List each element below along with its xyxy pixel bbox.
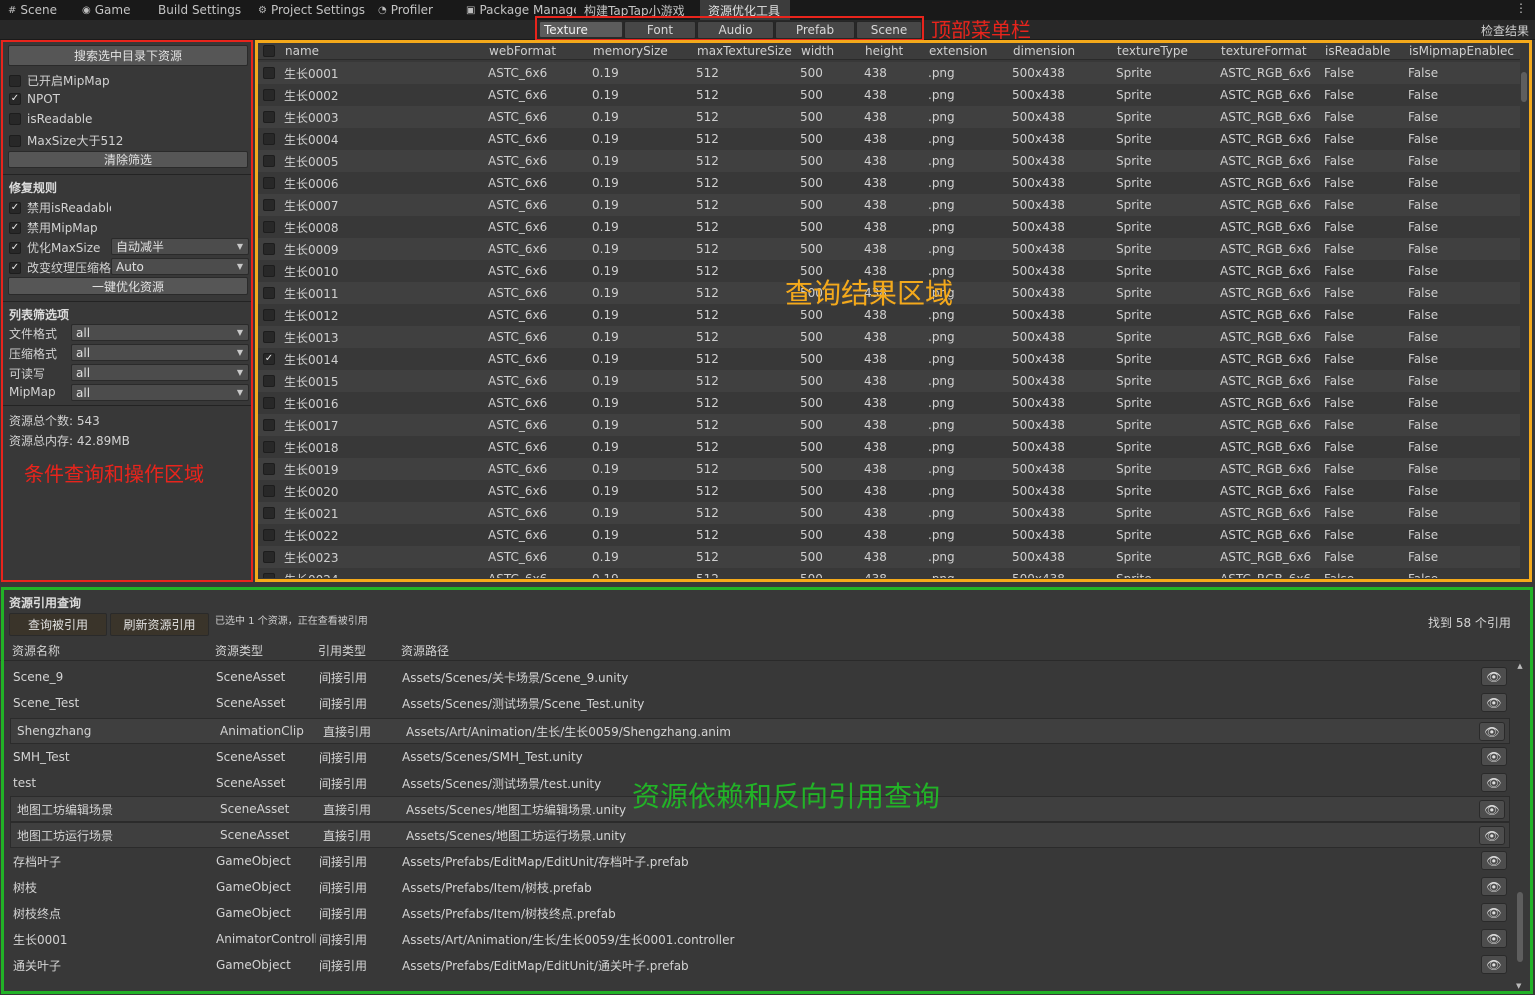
window-tab-3[interactable]: ⚙ Project Settings xyxy=(250,0,370,20)
dependency-area-annotation: 资源依赖和反向引用查询 xyxy=(632,780,941,813)
results-area-annotation: 查询结果区域 xyxy=(785,277,954,310)
tab-icon: ◔ xyxy=(378,4,387,16)
tab-icon: # xyxy=(8,4,17,16)
tab-icon: ◉ xyxy=(82,4,91,16)
window-tab-label: Package Manager xyxy=(479,3,576,17)
window-tab-1[interactable]: ◉ Game xyxy=(74,0,150,20)
top-menu-highlight xyxy=(535,16,924,41)
tab-icon: ▣ xyxy=(466,4,476,16)
tab-icon: ⚙ xyxy=(258,4,267,16)
check-result-label: 检查结果 xyxy=(1480,24,1529,38)
window-tab-label: Project Settings xyxy=(270,3,366,17)
window-tab-label: Scene xyxy=(20,3,57,17)
top-menu-annotation: 顶部菜单栏 xyxy=(931,18,1031,42)
more-options-icon[interactable]: ⋮ xyxy=(1515,1,1527,15)
window-tab-label: Profiler xyxy=(390,3,433,17)
window-tab-label: Build Settings xyxy=(158,3,242,17)
window-tab-0[interactable]: # Scene xyxy=(0,0,74,20)
condition-area-highlight xyxy=(1,40,253,582)
window-tab-label: Game xyxy=(94,3,131,17)
window-tab-4[interactable]: ◔ Profiler xyxy=(370,0,458,20)
condition-area-annotation: 条件查询和操作区域 xyxy=(24,462,204,486)
window-tab-2[interactable]: Build Settings xyxy=(150,0,250,20)
